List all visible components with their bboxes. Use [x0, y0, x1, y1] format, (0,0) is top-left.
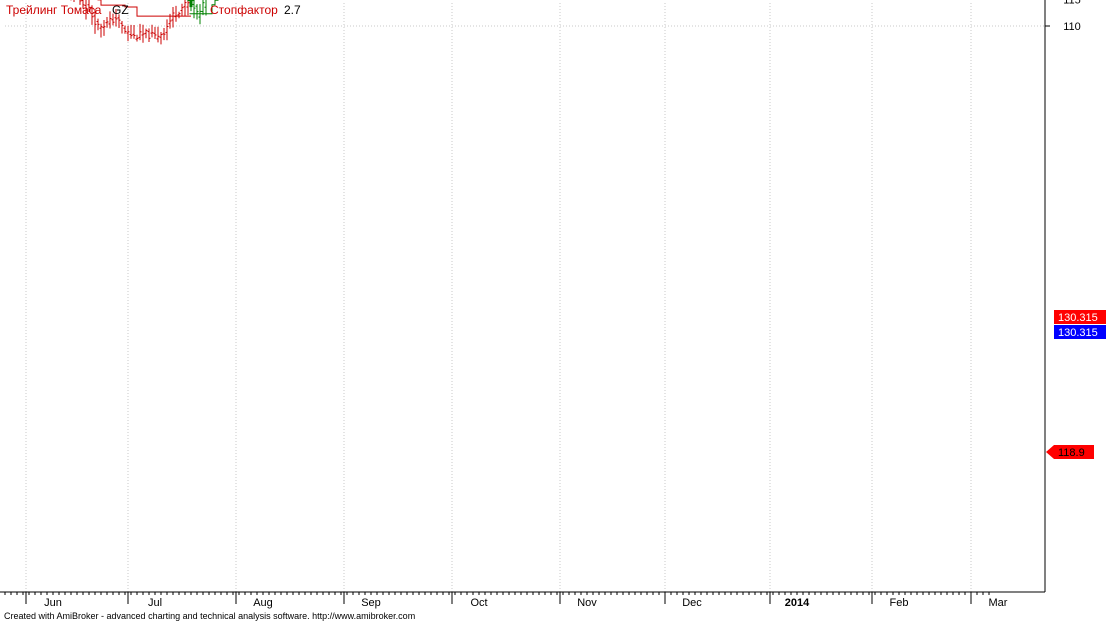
indicator-title: Трейлинг Томаса — [6, 3, 102, 17]
ohlc-chart: 110115120125130135140145150155160 JunJul… — [0, 0, 1106, 622]
stop-value-text: 130.315 — [1058, 312, 1098, 324]
x-month-label: Mar — [989, 597, 1008, 609]
x-month-label: Sep — [361, 597, 381, 609]
y-tick-label: 110 — [1063, 21, 1081, 33]
x-month-label: Aug — [253, 597, 273, 609]
x-month-label: Feb — [890, 597, 909, 609]
x-month-label: Jun — [44, 597, 62, 609]
level-value-text: 130.315 — [1058, 327, 1098, 339]
stop-value-badge: 130.315 — [1054, 310, 1106, 324]
close-value-badge: 118.9 — [1046, 445, 1094, 459]
close-value-text: 118.9 — [1058, 447, 1085, 459]
footer-credit: Created with AmiBroker - advanced charti… — [4, 611, 415, 621]
x-month-label: Jul — [148, 597, 162, 609]
x-month-label: Dec — [682, 597, 702, 609]
level-value-badge: 130.315 — [1054, 325, 1106, 339]
x-month-label: Oct — [470, 597, 487, 609]
param-label: Стопфактор — [210, 3, 278, 17]
y-tick-label: 115 — [1063, 0, 1081, 6]
param-value: 2.7 — [284, 3, 301, 17]
symbol-label: GZ — [112, 3, 129, 17]
x-month-label: Nov — [577, 597, 597, 609]
x-month-label: 2014 — [785, 597, 810, 609]
